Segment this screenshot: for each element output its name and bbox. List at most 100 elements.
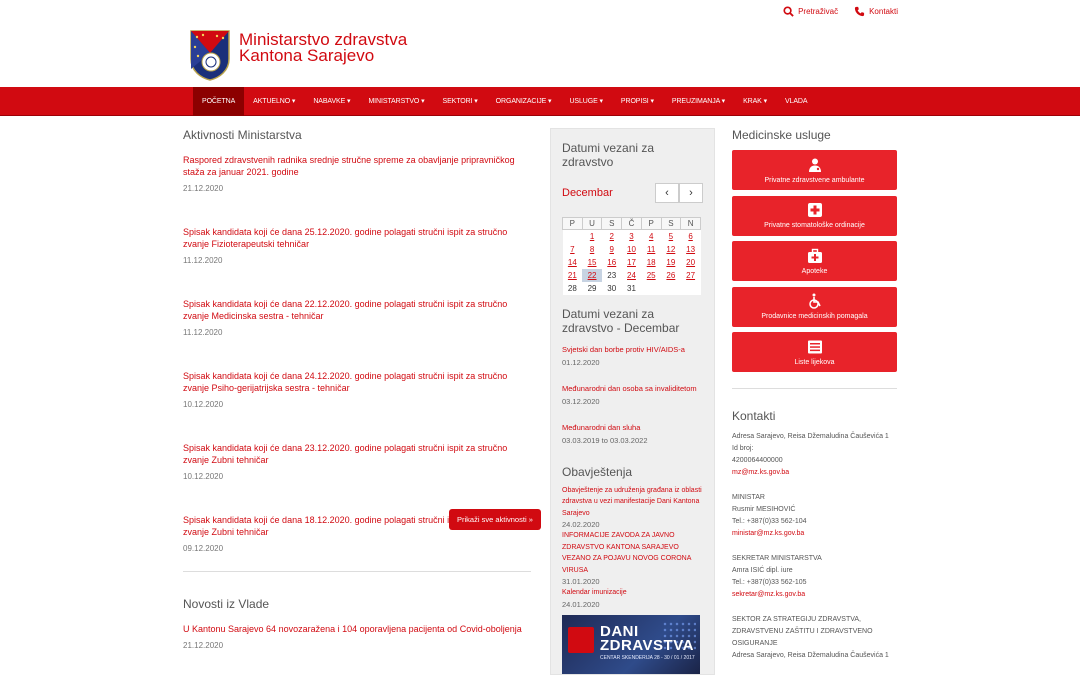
month-event-link[interactable]: Svjetski dan borbe protiv HIV/AIDS-a — [562, 344, 703, 355]
list-icon — [807, 340, 822, 354]
main-navigation: POČETNA AKTUELNO ▾ NABAVKE ▾ MINISTARSTV… — [0, 87, 1080, 116]
contact-line: SEKTOR ZA STRATEGIJU ZDRAVSTVA, ZDRAVSTV… — [732, 616, 873, 648]
activity-link[interactable]: Spisak kandidata koji će dana 23.12.2020… — [183, 442, 531, 466]
services-title: Medicinske usluge — [732, 128, 831, 142]
nav-organizacije[interactable]: ORGANIZACIJE ▾ — [487, 87, 561, 116]
calendar-day[interactable]: 19 — [661, 255, 681, 269]
nav-usluge[interactable]: USLUGE ▾ — [560, 87, 611, 116]
service-dental-button[interactable]: Privatne stomatološke ordinacije — [732, 195, 897, 236]
calendar-day[interactable]: 4 — [641, 229, 662, 243]
contacts-link[interactable]: Kontakti — [854, 6, 898, 17]
calendar-title: Datumi vezani za zdravstvo — [562, 141, 655, 169]
notice-item: INFORMACIJE ZAVODA ZA JAVNO ZDRAVSTVO KA… — [562, 530, 703, 587]
service-pharmacies-button[interactable]: Apoteke — [732, 241, 897, 282]
activity-date: 09.12.2020 — [183, 544, 224, 553]
calendar-day[interactable]: 2 — [601, 229, 622, 243]
calendar-day[interactable]: 9 — [601, 242, 622, 256]
calendar-empty-cell — [680, 281, 701, 295]
contact-email-link[interactable]: mz@mz.ks.gov.ba — [732, 467, 897, 479]
notice-link[interactable]: Kalendar imunizacije — [562, 587, 703, 599]
calendar-day[interactable]: 22 — [582, 268, 602, 282]
site-title-line2: Kantona Sarajevo — [239, 46, 375, 65]
service-label: Prodavnice medicinskih pomagala — [761, 313, 868, 321]
notice-link[interactable]: Obavještenje za udruženja građana iz obl… — [562, 485, 703, 520]
month-event-date: 03.12.2020 — [562, 396, 600, 406]
gov-news-title: Novosti iz Vlade — [183, 597, 270, 611]
activity-link[interactable]: Spisak kandidata koji će dana 22.12.2020… — [183, 298, 531, 322]
banner-subtitle: CENTAR SKENDERIJA 28 - 30 / 01 / 2017 — [600, 654, 695, 661]
calendar-day[interactable]: 13 — [680, 242, 701, 256]
calendar-day[interactable]: 20 — [680, 255, 701, 269]
nav-nabavke[interactable]: NABAVKE ▾ — [304, 87, 359, 116]
activities-title: Aktivnosti Ministarstva — [183, 128, 302, 142]
month-event-item: Međunarodni dan sluha 03.03.2019 to 03.0… — [562, 422, 703, 445]
wheelchair-icon — [808, 293, 821, 310]
calendar-next-button[interactable]: › — [679, 183, 703, 203]
calendar-week-row: 21 22 23 24 25 26 27 — [562, 268, 701, 282]
activity-date: 10.12.2020 — [183, 400, 224, 409]
calendar-day[interactable]: 16 — [601, 255, 622, 269]
calendar-day[interactable]: 17 — [621, 255, 642, 269]
calendar-day[interactable]: 7 — [562, 242, 583, 256]
banner-title-line2: ZDRAVSTVA — [600, 636, 694, 654]
calendar-day[interactable]: 26 — [661, 268, 681, 282]
calendar-day[interactable]: 1 — [582, 229, 602, 243]
calendar-day[interactable]: 21 — [562, 268, 583, 282]
calendar-day[interactable]: 25 — [641, 268, 662, 282]
show-all-activities-button[interactable]: Prikaži sve aktivnosti » — [449, 509, 541, 530]
contacts-title: Kontakti — [732, 409, 776, 424]
calendar-week-row: 123456 — [562, 229, 701, 243]
calendar-weekday: N — [680, 217, 701, 230]
medical-cross-icon — [807, 203, 822, 218]
nav-propisi[interactable]: PROPISI ▾ — [612, 87, 663, 116]
gov-news-date: 21.12.2020 — [183, 641, 224, 650]
activity-link[interactable]: Raspored zdravstvenih radnika srednje st… — [183, 154, 531, 178]
calendar-day: 30 — [601, 281, 622, 295]
calendar-day: 29 — [582, 281, 602, 295]
month-event-link[interactable]: Međunarodni dan osoba sa invaliditetom — [562, 383, 703, 394]
notice-date: 24.01.2020 — [562, 599, 600, 609]
service-medical-aids-button[interactable]: Prodavnice medicinskih pomagala — [732, 286, 897, 327]
calendar-day[interactable]: 11 — [641, 242, 662, 256]
calendar-day: 23 — [601, 268, 622, 282]
contact-line: Tel.: +387(0)33 562-104 — [732, 518, 807, 526]
calendar-day[interactable]: 3 — [621, 229, 642, 243]
calendar-prev-button[interactable]: ‹ — [655, 183, 679, 203]
calendar-weekday: P — [640, 217, 662, 230]
month-event-link[interactable]: Međunarodni dan sluha — [562, 422, 703, 433]
nav-aktuelno[interactable]: AKTUELNO ▾ — [244, 87, 304, 116]
service-private-clinics-button[interactable]: Privatne zdravstvene ambulante — [732, 150, 897, 190]
nav-pocetna[interactable]: POČETNA — [193, 87, 245, 116]
calendar-day[interactable]: 6 — [680, 229, 701, 243]
dani-zdravstva-banner[interactable]: DANI ZDRAVSTVA CENTAR SKENDERIJA 28 - 30… — [562, 614, 700, 674]
search-link[interactable]: Pretraživač — [783, 6, 838, 17]
nav-vlada[interactable]: VLADA — [776, 87, 816, 116]
calendar-day[interactable]: 12 — [661, 242, 681, 256]
contact-line: SEKRETAR MINISTARSTVA — [732, 555, 822, 563]
calendar-day[interactable]: 8 — [582, 242, 602, 256]
service-label: Apoteke — [801, 267, 828, 275]
nav-krak[interactable]: KRAK ▾ — [734, 87, 776, 116]
gov-news-link[interactable]: U Kantonu Sarajevo 64 novozaražena i 104… — [183, 623, 531, 635]
calendar-day[interactable]: 27 — [680, 268, 701, 282]
contact-line: MINISTAR — [732, 494, 765, 502]
contact-email-link[interactable]: ministar@mz.ks.gov.ba — [732, 528, 897, 540]
contact-email-link[interactable]: sekretar@mz.ks.gov.ba — [732, 589, 897, 601]
calendar-day[interactable]: 15 — [582, 255, 602, 269]
calendar-day[interactable]: 5 — [661, 229, 681, 243]
nav-preuzimanja[interactable]: PREUZIMANJA ▾ — [663, 87, 734, 116]
notice-link[interactable]: INFORMACIJE ZAVODA ZA JAVNO ZDRAVSTVO KA… — [562, 530, 703, 576]
service-drug-lists-button[interactable]: Liste lijekova — [732, 332, 897, 373]
site-logo[interactable]: Ministarstvo zdravstva Kantona Sarajevo — [189, 29, 407, 81]
calendar-day[interactable]: 10 — [621, 242, 642, 256]
calendar-day[interactable]: 18 — [641, 255, 662, 269]
activity-link[interactable]: Spisak kandidata koji će dana 25.12.2020… — [183, 226, 531, 250]
nav-sektori[interactable]: SEKTORI ▾ — [434, 87, 487, 116]
activity-item: Spisak kandidata koji će dana 25.12.2020… — [183, 226, 531, 286]
calendar-day[interactable]: 14 — [562, 255, 583, 269]
calendar-day[interactable]: 24 — [621, 268, 642, 282]
activity-link[interactable]: Spisak kandidata koji će dana 24.12.2020… — [183, 370, 531, 394]
calendar-weekday: P — [562, 217, 583, 230]
banner-title: DANI ZDRAVSTVA — [600, 624, 694, 654]
nav-ministarstvo[interactable]: MINISTARSTVO ▾ — [359, 87, 433, 116]
